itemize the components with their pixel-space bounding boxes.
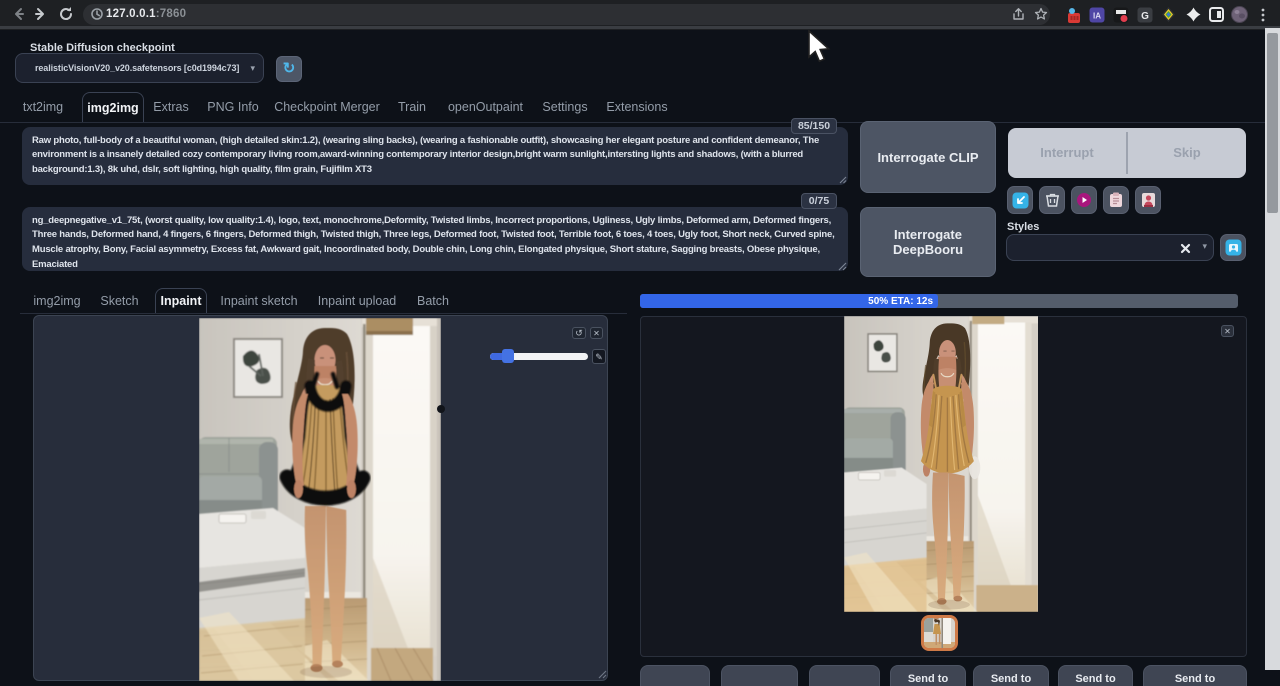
svg-text:IA: IA	[1093, 12, 1101, 21]
svg-text:G: G	[1141, 11, 1149, 22]
